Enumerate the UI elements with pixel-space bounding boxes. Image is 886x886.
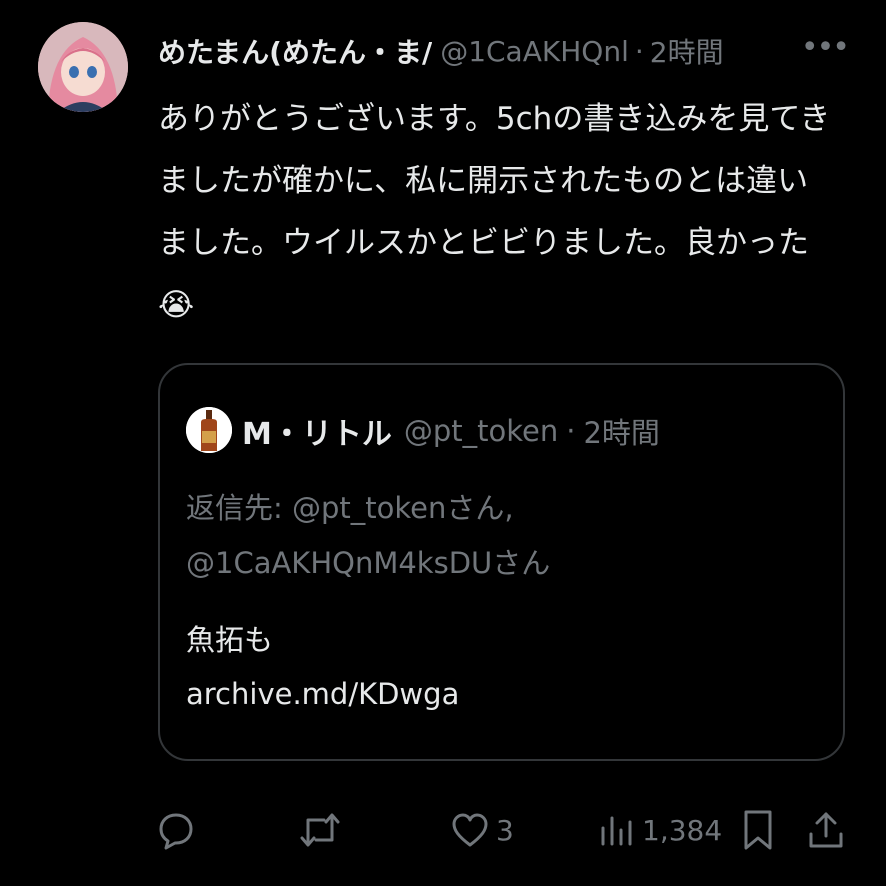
- author-handle[interactable]: @1CaAKHQnl: [440, 35, 629, 68]
- tweet-header: めたまん(めたん・ま/ @1CaAKHQnl · 2時間 •••: [158, 26, 848, 76]
- like-count: 3: [496, 813, 514, 847]
- separator: ·: [634, 34, 644, 68]
- heart-icon: [452, 813, 488, 847]
- quoted-author-handle[interactable]: @pt_token: [404, 414, 558, 448]
- crying-emoji: 😭: [158, 287, 195, 323]
- views-button[interactable]: 1,384: [596, 800, 722, 860]
- tweet-text-line: ました。ウイルスかとビビりました。良かった: [158, 225, 809, 261]
- share-icon: [809, 812, 843, 848]
- bookmark-button[interactable]: [740, 800, 776, 860]
- reply-to-line: 返信先: @pt_tokenさん,: [186, 485, 514, 527]
- tweet-text-line: ましたが確かに、私に開示されたものとは違い: [158, 163, 809, 199]
- quoted-author-name[interactable]: M・リトル: [242, 409, 392, 453]
- quoted-author-avatar[interactable]: [186, 407, 232, 453]
- bookmark-icon: [744, 810, 772, 850]
- views-count: 1,384: [642, 813, 723, 847]
- quoted-tweet-text: 魚拓も: [186, 623, 274, 657]
- more-icon[interactable]: •••: [801, 30, 848, 65]
- reply-to-handle-2[interactable]: @1CaAKHQnM4ksDUさん: [186, 540, 550, 582]
- tweet-text-line: ありがとうございます。5chの書き込みを見てき: [158, 101, 831, 137]
- share-button[interactable]: [806, 800, 846, 860]
- tweet-text: ありがとうございます。5chの書き込みを見てき ましたが確かに、私に開示されたも…: [158, 88, 858, 336]
- like-button[interactable]: 3: [450, 800, 514, 860]
- author-name[interactable]: めたまん(めたん・ま/: [158, 31, 432, 71]
- author-avatar[interactable]: [38, 22, 128, 112]
- quoted-tweet-time[interactable]: 2時間: [583, 410, 659, 452]
- separator: ·: [566, 414, 576, 448]
- retweet-button[interactable]: [298, 800, 342, 860]
- bottle-icon: [186, 407, 232, 453]
- reply-button[interactable]: [156, 800, 196, 860]
- reply-to-handle[interactable]: @pt_tokenさん,: [292, 491, 514, 525]
- quoted-tweet-link[interactable]: archive.md/KDwga: [186, 677, 459, 711]
- quoted-tweet-header: M・リトル @pt_token · 2時間: [242, 409, 660, 453]
- avatar-image: [38, 22, 128, 112]
- quoted-tweet[interactable]: M・リトル @pt_token · 2時間 返信先: @pt_tokenさん, …: [158, 363, 845, 761]
- views-icon: [601, 816, 632, 846]
- tweet-actions: 3 1,384: [156, 800, 856, 860]
- tweet-time[interactable]: 2時間: [650, 31, 724, 71]
- reply-to-label: 返信先:: [186, 491, 292, 525]
- retweet-icon: [300, 813, 340, 847]
- reply-icon: [159, 813, 193, 850]
